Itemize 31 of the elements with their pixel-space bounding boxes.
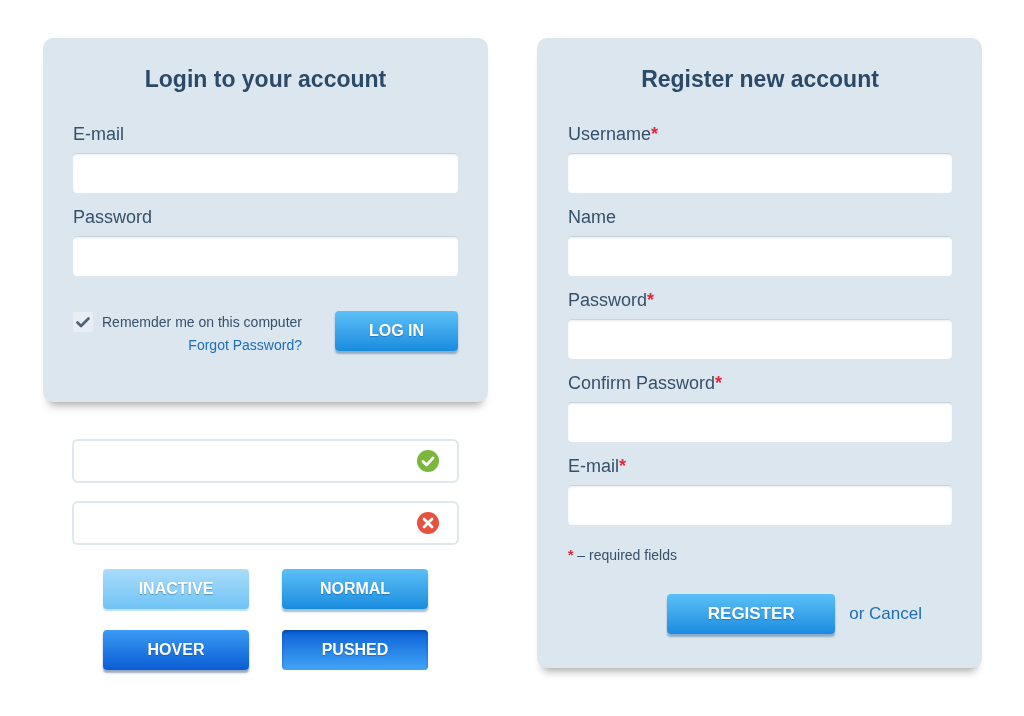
field-label: E-mail	[73, 123, 124, 146]
input-field[interactable]	[568, 153, 952, 193]
required-note: * – required fields	[568, 546, 677, 564]
input-field[interactable]	[568, 402, 952, 442]
register-button[interactable]: REGISTER	[667, 594, 836, 634]
field-label: Password	[73, 206, 153, 229]
cancel-link[interactable]: or Cancel	[849, 603, 922, 625]
field-label: Name	[568, 206, 616, 229]
login-button[interactable]: LOG IN	[335, 311, 458, 351]
hover-button[interactable]: HOVER	[103, 630, 249, 670]
normal-button[interactable]: NORMAL	[282, 569, 428, 609]
checkbox-label: Rememder me on this computer	[102, 313, 302, 331]
panel-title: Register new account	[641, 65, 879, 94]
input-field[interactable]	[73, 153, 458, 193]
input-field[interactable]	[72, 439, 459, 483]
checkmark-icon	[76, 316, 90, 328]
field-label: E-mail*	[568, 455, 627, 478]
x-circle-icon	[417, 512, 439, 534]
input-field[interactable]	[72, 501, 459, 545]
field-label: Password*	[568, 289, 655, 312]
check-circle-icon	[417, 450, 439, 472]
panel-title: Login to your account	[144, 65, 387, 94]
input-field[interactable]	[73, 236, 458, 276]
field-label: Confirm Password*	[568, 372, 723, 395]
pushed-button[interactable]: PUSHED	[282, 630, 428, 670]
field-label: Username*	[568, 123, 659, 146]
input-field[interactable]	[568, 319, 952, 359]
checkbox[interactable]	[73, 312, 93, 332]
input-field[interactable]	[568, 485, 952, 525]
forgot-password-link[interactable]: Forgot Password?	[188, 336, 302, 354]
input-field[interactable]	[568, 236, 952, 276]
